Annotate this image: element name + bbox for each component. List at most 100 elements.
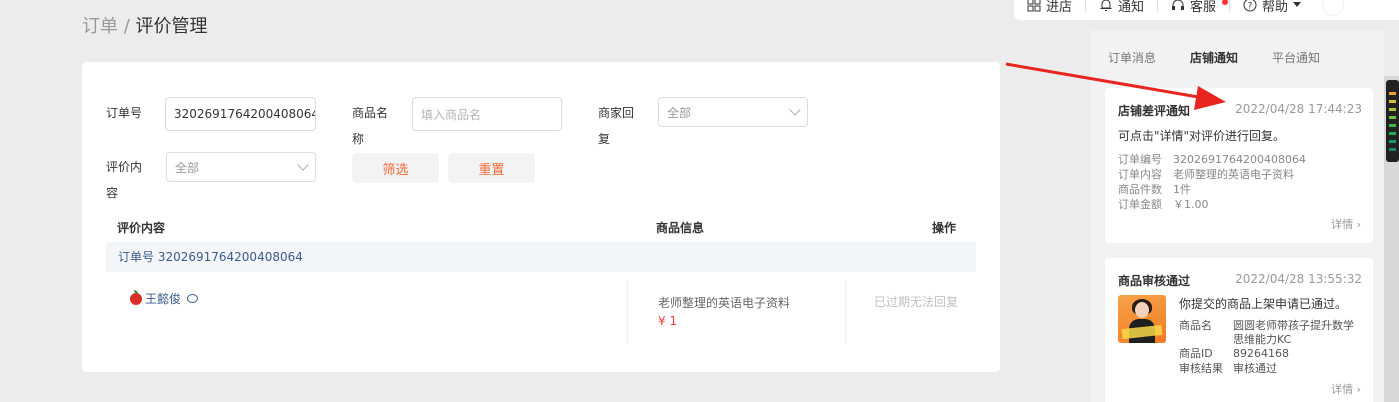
notice-detail-row: 商品名 圆圆老师带孩子提升数学思维能力KC: [1179, 319, 1361, 347]
notice-title: 商品审核通过: [1118, 274, 1191, 288]
notice-title: 店铺差评通知: [1118, 104, 1191, 118]
product-thumbnail: [1118, 295, 1166, 343]
reviewer-name[interactable]: 王懿俊: [145, 290, 181, 307]
customer-service-button[interactable]: 客服: [1158, 0, 1229, 20]
chevron-down-icon: [297, 159, 309, 171]
unread-badge: [1222, 0, 1229, 5]
meter-bar: [1389, 92, 1396, 95]
detail-key: 商品件数: [1118, 183, 1162, 196]
headset-icon: [1172, 0, 1185, 10]
reviewer[interactable]: 王懿俊: [130, 289, 199, 307]
detail-key: 订单编号: [1118, 153, 1162, 166]
review-content-select[interactable]: 全部: [166, 152, 316, 182]
notice-detail-list: 订单编号 3202691764200408064 订单内容 老师整理的英语电子资料 …: [1118, 152, 1306, 212]
notification-panel: 订单消息 店铺通知 平台通知 店铺差评通知 2022/04/28 17:44:2…: [1090, 31, 1384, 402]
notice-time: 2022/04/28 17:44:23: [1235, 102, 1362, 116]
detail-value: ￥1.00: [1173, 198, 1209, 211]
merchant-reply-select[interactable]: 全部: [658, 97, 808, 127]
notice-detail-row: 订单内容 老师整理的英语电子资料: [1118, 167, 1306, 182]
bell-icon: [1100, 0, 1112, 11]
thumbnail-banner: [1121, 324, 1163, 340]
column-header-product: 商品信息: [656, 221, 705, 235]
product-name[interactable]: 老师整理的英语电子资料: [658, 294, 790, 311]
chevron-down-icon: [789, 104, 801, 116]
meter-bar: [1389, 116, 1396, 119]
order-no-input[interactable]: 3202691764200408064: [165, 97, 316, 131]
detail-value: 89264168: [1233, 347, 1289, 360]
detail-key: 商品名: [1179, 319, 1212, 332]
notification-tabs: 订单消息 店铺通知 平台通知: [1108, 49, 1320, 66]
help-label: 帮助: [1262, 0, 1289, 15]
product-name-label: 商品名称: [352, 106, 389, 146]
svg-text:?: ?: [1248, 2, 1253, 12]
meter-bar: [1389, 132, 1396, 135]
notice-desc: 可点击"详情"对评价进行回复。: [1118, 129, 1286, 143]
detail-key: 订单金额: [1118, 198, 1162, 211]
order-number-row[interactable]: 订单号 3202691764200408064: [106, 242, 976, 272]
detail-key: 审核结果: [1179, 362, 1223, 375]
detail-value: 圆圆老师带孩子提升数学思维能力KC: [1233, 319, 1354, 346]
help-icon: ?: [1243, 0, 1257, 12]
details-link[interactable]: 详情 ›: [1331, 381, 1361, 397]
review-content-label: 评价内容: [106, 160, 143, 200]
tab-platform-notices[interactable]: 平台通知: [1272, 49, 1320, 66]
table-header: 评价内容 商品信息 操作: [106, 210, 976, 244]
comment-bubble-icon[interactable]: [187, 294, 199, 303]
detail-value: 老师整理的英语电子资料: [1173, 168, 1294, 181]
thumbnail-face: [1135, 302, 1149, 318]
notice-card-product-approved[interactable]: 商品审核通过 2022/04/28 13:55:32 你提交的商品上架申请已通过…: [1105, 258, 1373, 402]
details-label: 详情: [1331, 383, 1354, 396]
chevron-right-icon: ›: [1356, 383, 1361, 396]
detail-value: 审核通过: [1233, 362, 1277, 375]
chevron-right-icon: ›: [1356, 218, 1361, 231]
customer-service-label: 客服: [1190, 0, 1217, 15]
enter-shop-label: 进店: [1046, 0, 1073, 15]
meter-bar: [1389, 140, 1396, 143]
breadcrumb-parent[interactable]: 订单: [82, 16, 118, 37]
enter-shop-button[interactable]: 进店: [1014, 0, 1085, 20]
column-divider: [845, 280, 846, 344]
column-divider: [627, 280, 628, 344]
product-name-input[interactable]: 填入商品名: [412, 97, 562, 131]
tab-order-messages[interactable]: 订单消息: [1108, 49, 1156, 66]
notice-desc: 你提交的商品上架申请已通过。: [1179, 297, 1348, 311]
meter-bar: [1389, 100, 1396, 103]
product-price: ¥ 1: [658, 314, 678, 328]
breadcrumb: 订单 / 评价管理: [82, 12, 208, 38]
column-header-action: 操作: [932, 221, 957, 235]
detail-key: 订单内容: [1118, 168, 1162, 181]
filter-button[interactable]: 筛选: [352, 153, 439, 183]
review-content-value: 全部: [175, 160, 200, 175]
reset-button[interactable]: 重置: [448, 153, 535, 183]
merchant-reply-value: 全部: [667, 105, 692, 120]
notice-card-bad-review[interactable]: 店铺差评通知 2022/04/28 17:44:23 可点击"详情"对评价进行回…: [1105, 88, 1373, 243]
details-label: 详情: [1331, 218, 1354, 231]
notice-detail-row: 商品ID 89264168: [1179, 347, 1361, 361]
column-header-review: 评价内容: [117, 221, 166, 235]
notification-label: 通知: [1118, 0, 1145, 15]
merchant-reply-label: 商家回复: [598, 106, 635, 146]
detail-key: 商品ID: [1179, 347, 1213, 360]
detail-value: 3202691764200408064: [1173, 153, 1306, 166]
avatar[interactable]: [1322, 0, 1345, 16]
meter-bar: [1389, 108, 1396, 111]
top-toolbar: 进店 通知 客服 ? 帮助: [1014, 0, 1399, 20]
review-management-card: 订单号 3202691764200408064 商品名称 填入商品名 商家回复 …: [82, 62, 1000, 372]
details-link[interactable]: 详情 ›: [1331, 216, 1361, 232]
notice-detail-row: 商品件数 1件: [1118, 182, 1306, 197]
notification-button[interactable]: 通知: [1086, 0, 1157, 20]
notice-detail-row: 订单编号 3202691764200408064: [1118, 152, 1306, 167]
page-title: 评价管理: [135, 16, 208, 37]
notice-detail-row: 订单金额 ￥1.00: [1118, 197, 1306, 212]
order-no-label: 订单号: [106, 106, 143, 120]
meter-bar: [1389, 148, 1396, 151]
grid-icon: [1027, 0, 1041, 12]
meter-bar: [1389, 124, 1396, 127]
apple-avatar-icon: [130, 289, 142, 305]
detail-value: 1件: [1173, 183, 1191, 196]
help-button[interactable]: ? 帮助: [1230, 0, 1314, 20]
reply-status: 已过期无法回复: [874, 295, 959, 309]
tab-shop-notices[interactable]: 店铺通知: [1190, 49, 1238, 66]
chevron-down-icon: [1293, 2, 1302, 7]
notice-time: 2022/04/28 13:55:32: [1235, 272, 1362, 286]
